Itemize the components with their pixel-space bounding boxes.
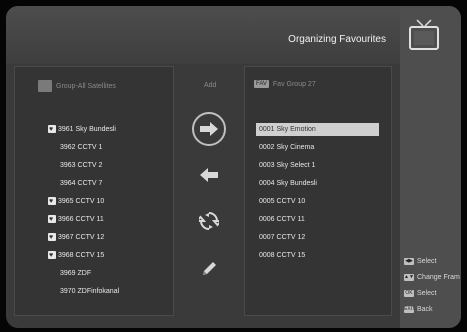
up-down-key-icon: ▲▼: [404, 274, 414, 281]
channel-item[interactable]: 3962 CCTV 1: [60, 141, 102, 154]
channel-item[interactable]: 3967 CCTV 12: [48, 231, 104, 244]
channel-item[interactable]: 3963 CCTV 2: [60, 159, 102, 172]
favourite-item[interactable]: 0004 Sky Bundesli: [256, 177, 379, 190]
all-channels-panel: [14, 66, 174, 316]
favourite-item[interactable]: 0002 Sky Cinema: [256, 141, 379, 154]
favourite-heart-icon: [48, 213, 56, 226]
channel-item[interactable]: 3964 CCTV 7: [60, 177, 102, 190]
favourite-item[interactable]: 0003 Sky Select 1: [256, 159, 379, 172]
left-panel-title: Group-All Satellites: [56, 82, 116, 90]
rename-button[interactable]: [192, 254, 226, 284]
favourite-item[interactable]: 0008 CCTV 15: [256, 249, 379, 262]
channel-item[interactable]: 3969 ZDF: [60, 267, 91, 280]
favourites-panel: [244, 66, 392, 316]
favourite-heart-icon: [48, 249, 56, 262]
satellite-group-icon: [38, 80, 52, 92]
favourite-item[interactable]: 0001 Sky Emotion: [256, 123, 379, 136]
add-to-favourites-button[interactable]: [192, 112, 226, 146]
move-channel-button[interactable]: [192, 206, 226, 236]
left-right-key-icon: ◀▶: [404, 258, 414, 265]
channel-item[interactable]: 3968 CCTV 15: [48, 249, 104, 262]
favourite-heart-icon: [48, 231, 56, 244]
right-panel-header: FAV Fav Group 27: [254, 80, 316, 88]
right-panel-title: Fav Group 27: [272, 80, 316, 88]
favourite-heart-icon: [48, 123, 56, 136]
channel-item[interactable]: 3965 CCTV 10: [48, 195, 104, 208]
legend-ok: OK Select: [404, 290, 437, 297]
ok-key-icon: OK: [404, 290, 414, 297]
header-bar: Organizing Favourites: [6, 6, 400, 64]
favourite-heart-icon: [48, 195, 56, 208]
legend-back: EXIT Back: [404, 306, 433, 313]
favourite-item[interactable]: 0006 CCTV 11: [256, 213, 379, 226]
arrow-left-icon: [200, 168, 218, 182]
favourite-item[interactable]: 0007 CCTV 12: [256, 231, 379, 244]
favourite-item[interactable]: 0005 CCTV 10: [256, 195, 379, 208]
legend-select: ◀▶ Select: [404, 258, 437, 265]
page-title: Organizing Favourites: [288, 34, 386, 45]
pencil-icon: [203, 262, 216, 275]
channel-item[interactable]: 3961 Sky Bundesli: [48, 123, 116, 136]
channel-item[interactable]: 3966 CCTV 11: [48, 213, 104, 226]
add-label: Add: [204, 82, 217, 89]
swap-icon: [199, 212, 219, 230]
arrow-right-icon: [200, 122, 218, 136]
tv-icon: [409, 19, 439, 50]
fav-badge: FAV: [254, 80, 269, 88]
channel-item[interactable]: 3970 ZDFinfokanal: [60, 285, 119, 298]
legend-change-frame: ▲▼ Change Fram: [404, 274, 460, 281]
exit-key-icon: EXIT: [404, 306, 416, 313]
left-panel-header: Group-All Satellites: [38, 80, 116, 92]
remove-from-favourites-button[interactable]: [192, 160, 226, 190]
